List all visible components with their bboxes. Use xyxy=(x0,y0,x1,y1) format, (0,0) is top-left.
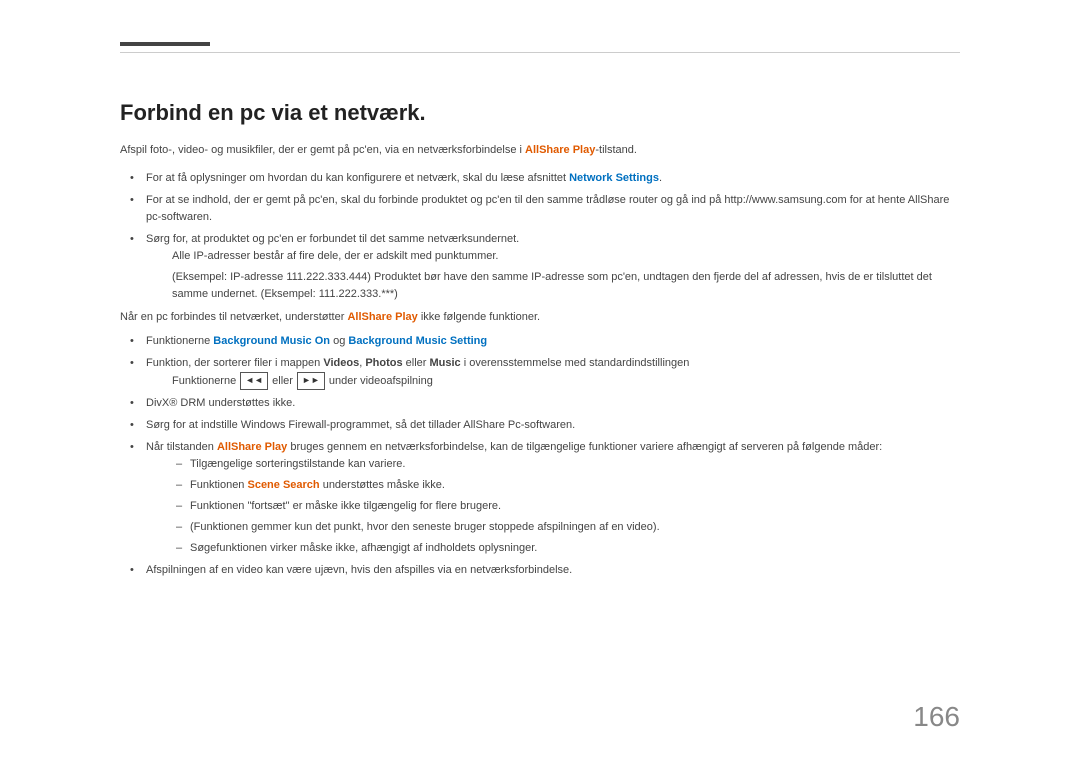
dash-item-2: Funktionen Scene Search understøttes mås… xyxy=(176,477,960,494)
bullet-1-before: For at få oplysninger om hvordan du kan … xyxy=(146,172,569,184)
dash-item-4: (Funktionen gemmer kun det punkt, hvor d… xyxy=(176,519,960,536)
bullet-1-after: . xyxy=(659,172,662,184)
fb2-mid2: eller xyxy=(403,357,430,369)
fb3-text: DivX® DRM understøttes ikke. xyxy=(146,397,295,409)
bullet-2-text: For at se indhold, der er gemt på pc'en,… xyxy=(146,194,949,223)
fb6-text: Afspilningen af en video kan være ujævn,… xyxy=(146,564,572,576)
fb2-after: i overensstemmelse med standardindstilli… xyxy=(461,357,690,369)
fb2-before: Funktion, der sorterer filer i mappen xyxy=(146,357,323,369)
rewind-icon: ◄◄ xyxy=(240,372,268,390)
fb2-sub: Funktionerne ◄◄ eller ►► under videoafsp… xyxy=(172,372,960,390)
feature-bullet-2: Funktion, der sorterer filer i mappen Vi… xyxy=(130,355,960,390)
fb1-highlight2: Background Music Setting xyxy=(348,335,487,347)
dash-2-before: Funktionen xyxy=(190,479,247,491)
page-title: Forbind en pc via et netværk. xyxy=(120,100,960,126)
bullet-list-main: For at få oplysninger om hvordan du kan … xyxy=(130,170,960,303)
feature-bullet-4: Sørg for at indstille Windows Firewall-p… xyxy=(130,417,960,434)
intro-text-before: Afspil foto-, video- og musikfiler, der … xyxy=(120,144,525,156)
bullet-1-highlight: Network Settings xyxy=(569,172,659,184)
fastforward-icon: ►► xyxy=(297,372,325,390)
intro-highlight: AllShare Play xyxy=(525,144,595,156)
feature-bullet-3: DivX® DRM understøttes ikke. xyxy=(130,395,960,412)
fb1-highlight1: Background Music On xyxy=(213,335,330,347)
dash-item-1: Tilgængelige sorteringstilstande kan var… xyxy=(176,456,960,473)
intro-paragraph: Afspil foto-, video- og musikfiler, der … xyxy=(120,142,960,160)
bullet-item-3: Sørg for, at produktet og pc'en er forbu… xyxy=(130,231,960,303)
page-container: Forbind en pc via et netværk. Afspil fot… xyxy=(0,0,1080,763)
dash-list: Tilgængelige sorteringstilstande kan var… xyxy=(176,456,960,557)
fb5-before: Når tilstanden xyxy=(146,441,217,453)
middle-text-after: ikke følgende funktioner. xyxy=(418,311,540,323)
fb4-text: Sørg for at indstille Windows Firewall-p… xyxy=(146,419,575,431)
fb2-bold1: Videos xyxy=(323,357,359,369)
feature-bullet-5: Når tilstanden AllShare Play bruges genn… xyxy=(130,439,960,557)
dash-1-text: Tilgængelige sorteringstilstande kan var… xyxy=(190,458,405,470)
dash-2-highlight: Scene Search xyxy=(247,479,319,491)
middle-paragraph: Når en pc forbindes til netværket, under… xyxy=(120,309,960,327)
bullet-item-1: For at få oplysninger om hvordan du kan … xyxy=(130,170,960,187)
left-accent-bar xyxy=(120,42,210,46)
fb5-after: bruges gennem en netværksforbindelse, ka… xyxy=(287,441,882,453)
top-divider-line xyxy=(120,52,960,53)
bullet-3-sub-1: Alle IP-adresser består af fire dele, de… xyxy=(172,248,960,265)
fb5-highlight: AllShare Play xyxy=(217,441,287,453)
feature-bullet-1: Funktionerne Background Music On og Back… xyxy=(130,333,960,350)
fb1-before: Funktionerne xyxy=(146,335,213,347)
dash-3-text: Funktionen "fortsæt" er måske ikke tilgæ… xyxy=(190,500,501,512)
fb2-bold3: Music xyxy=(430,357,461,369)
intro-text-suffix: -tilstand. xyxy=(595,144,637,156)
feature-bullet-6: Afspilningen af en video kan være ujævn,… xyxy=(130,562,960,579)
middle-highlight: AllShare Play xyxy=(347,311,417,323)
feature-bullet-list: Funktionerne Background Music On og Back… xyxy=(130,333,960,579)
bullet-3-text: Sørg for, at produktet og pc'en er forbu… xyxy=(146,233,519,245)
dash-5-text: Søgefunktionen virker måske ikke, afhæng… xyxy=(190,542,537,554)
bullet-3-sub-2: (Eksempel: IP-adresse 111.222.333.444) P… xyxy=(172,269,960,303)
middle-text-before: Når en pc forbindes til netværket, under… xyxy=(120,311,347,323)
dash-4-text: (Funktionen gemmer kun det punkt, hvor d… xyxy=(190,521,660,533)
main-content: Forbind en pc via et netværk. Afspil fot… xyxy=(120,100,960,579)
bullet-item-2: For at se indhold, der er gemt på pc'en,… xyxy=(130,192,960,226)
page-number: 166 xyxy=(913,701,960,733)
dash-2-after: understøttes måske ikke. xyxy=(320,479,445,491)
fb2-bold2: Photos xyxy=(365,357,402,369)
dash-item-3: Funktionen "fortsæt" er måske ikke tilgæ… xyxy=(176,498,960,515)
dash-item-5: Søgefunktionen virker måske ikke, afhæng… xyxy=(176,540,960,557)
fb1-mid: og xyxy=(330,335,348,347)
